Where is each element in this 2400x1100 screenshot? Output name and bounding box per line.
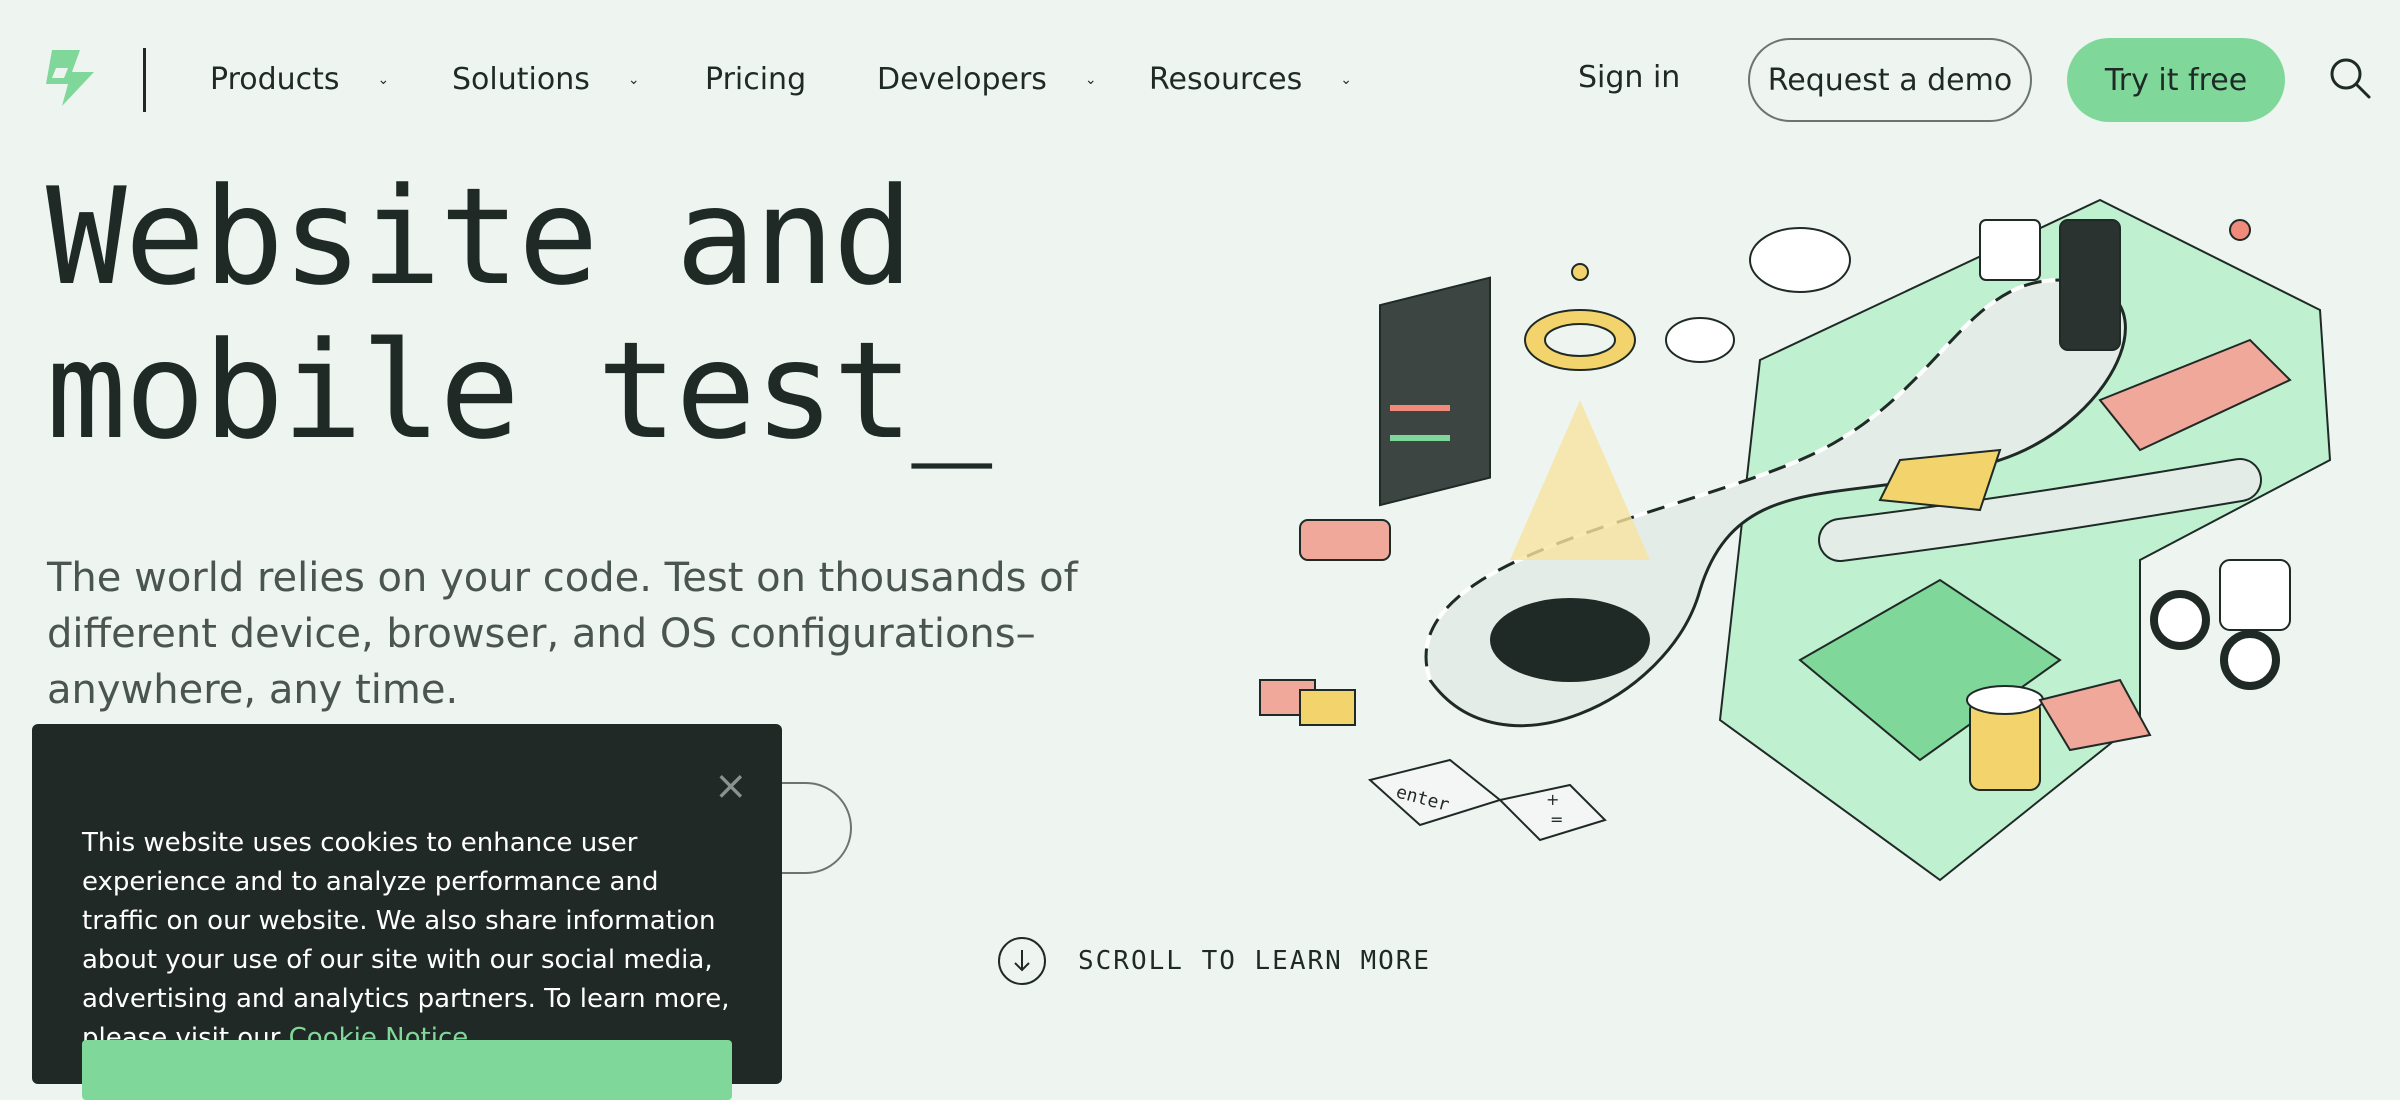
sign-in-link[interactable]: Sign in [1578,60,1680,95]
equals-key: + = [1497,783,1607,842]
nav-products[interactable]: Products ⌄ [210,62,389,97]
nav-solutions-label: Solutions [452,62,590,97]
cookie-message: This website uses cookies to enhance use… [82,828,730,1053]
chevron-down-icon: ⌄ [1084,71,1097,88]
cookie-banner: × This website uses cookies to enhance u… [32,724,782,1100]
chevron-down-icon: ⌄ [1340,71,1352,88]
hero-headline: Website and mobile test_ [46,159,992,469]
svg-text:=: = [1550,810,1563,829]
arrow-down-icon [998,937,1046,985]
headline-line-1: Website and [46,159,913,315]
nav-resources[interactable]: Resources ⌄ [1149,62,1352,97]
nav-pricing[interactable]: Pricing [705,62,806,97]
close-icon[interactable]: × [714,766,748,806]
nav-pricing-label: Pricing [705,62,807,97]
nav-resources-label: Resources [1149,62,1303,97]
headline-line-2: mobile test_ [46,313,992,469]
request-demo-button[interactable]: Request a demo [1748,38,2032,122]
svg-text:+: + [1546,790,1559,809]
scroll-label: SCROLL TO LEARN MORE [1078,946,1432,976]
nav-products-label: Products [210,62,340,97]
logo-icon[interactable] [32,44,98,110]
chevron-down-icon: ⌄ [377,71,390,88]
nav-solutions[interactable]: Solutions ⌄ [452,62,640,97]
nav-divider [143,48,146,112]
hero-subtitle: The world relies on your code. Test on t… [47,555,1078,713]
scroll-cta[interactable]: SCROLL TO LEARN MORE [998,937,1431,985]
cookie-accept-button[interactable] [82,1040,732,1100]
nav-developers[interactable]: Developers ⌄ [877,62,1097,97]
nav-developers-label: Developers [877,62,1047,97]
search-icon[interactable] [2328,56,2372,100]
chevron-down-icon: ⌄ [627,71,640,88]
enter-key: enter [1367,758,1503,827]
try-free-button[interactable]: Try it free [2067,38,2285,122]
cookie-text: This website uses cookies to enhance use… [82,824,742,1058]
top-nav: Products ⌄ Solutions ⌄ Pricing Developer… [0,0,2400,160]
hero-illustration: enter + = [1259,198,2332,882]
